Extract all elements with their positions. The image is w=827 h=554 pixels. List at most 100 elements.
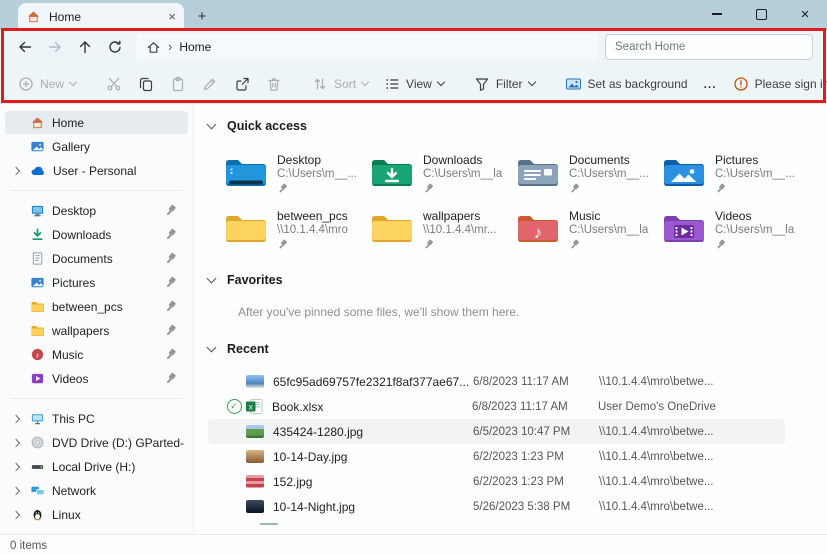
sidebar-item-downloads[interactable]: Downloads <box>5 223 188 246</box>
quick-access-item-videos[interactable]: Videos C:\Users\m__la <box>662 208 808 250</box>
sort-button[interactable]: Sort <box>304 71 376 97</box>
sidebar-item-videos[interactable]: Videos <box>5 367 188 390</box>
sign-in-button[interactable]: Please sign in <box>725 71 827 97</box>
recent-file-row[interactable]: 10-14-Night.jpg 5/26/2023 5:38 PM \\10.1… <box>208 494 785 519</box>
sidebar-item-dvd-drive[interactable]: DVD Drive (D:) GParted-live <box>5 431 188 454</box>
breadcrumb[interactable]: Home <box>179 40 211 54</box>
pin-icon <box>164 227 179 242</box>
maximize-button[interactable] <box>739 0 783 28</box>
new-tab-button[interactable]: + <box>190 4 214 28</box>
recent-file-row[interactable]: 10-14-Day.jpg 6/2/2023 1:23 PM \\10.1.4.… <box>208 444 785 469</box>
delete-button[interactable] <box>258 71 290 97</box>
paste-button[interactable] <box>162 71 194 97</box>
sort-icon <box>312 76 328 92</box>
recent-header[interactable]: Recent <box>208 339 827 359</box>
recent-file-row[interactable]: 152.jpg 6/2/2023 1:23 PM \\10.1.4.4\mro\… <box>208 469 785 494</box>
drive-icon <box>30 459 45 474</box>
item-name: Downloads <box>423 153 502 167</box>
expand-chevron-icon[interactable] <box>12 438 20 446</box>
collapse-chevron-icon[interactable] <box>207 120 217 130</box>
close-button[interactable]: × <box>783 0 827 28</box>
copy-button[interactable] <box>130 71 162 97</box>
excel-file-icon: x <box>246 399 263 414</box>
home-breadcrumb-icon <box>146 40 161 55</box>
sidebar-item-gallery[interactable]: Gallery <box>5 135 188 158</box>
back-button[interactable] <box>10 33 40 61</box>
sidebar-item-documents[interactable]: Documents <box>5 247 188 270</box>
filter-button[interactable]: Filter <box>466 71 543 97</box>
pin-icon <box>164 323 179 338</box>
expand-chevron-icon[interactable] <box>12 486 20 494</box>
pin-icon <box>569 238 582 251</box>
folder-videos-icon <box>662 208 706 250</box>
quick-access-item-desktop[interactable]: Desktop C:\Users\m__... <box>224 152 370 194</box>
set-as-background-button[interactable]: Set as background <box>557 71 696 97</box>
see-more-button[interactable]: ... <box>696 72 725 96</box>
view-button[interactable]: View <box>376 71 452 97</box>
expand-chevron-icon[interactable] <box>12 462 20 470</box>
sidebar-item-home[interactable]: Home <box>5 111 188 134</box>
plus-circle-icon <box>18 76 34 92</box>
item-name: Documents <box>569 153 649 167</box>
share-button[interactable] <box>226 71 258 97</box>
item-path: C:\Users\m__la <box>423 168 502 180</box>
share-icon <box>234 76 250 92</box>
quick-access-item-wallpapers[interactable]: wallpapers \\10.1.4.4\mr... <box>370 208 516 250</box>
quick-access-item-downloads[interactable]: Downloads C:\Users\m__la <box>370 152 516 194</box>
item-name: Videos <box>715 209 794 223</box>
main-content: Quick access Desktop C:\Users\m__... <box>194 104 827 534</box>
quick-access-header[interactable]: Quick access <box>208 116 827 136</box>
sidebar-item-linux[interactable]: Linux <box>5 503 188 526</box>
see-more-icon: ... <box>704 77 717 91</box>
sidebar-separator <box>10 398 183 399</box>
expand-chevron-icon[interactable] <box>12 166 20 174</box>
wallpaper-icon <box>565 76 582 92</box>
minimize-button[interactable] <box>695 0 739 28</box>
tab-home[interactable]: Home × <box>18 3 184 30</box>
favorites-header[interactable]: Favorites <box>208 270 827 290</box>
section-title: Recent <box>227 342 269 356</box>
rename-button[interactable] <box>194 71 226 97</box>
downloads-icon <box>30 227 45 242</box>
item-path: C:\Users\m__la <box>569 224 648 236</box>
quick-access-item-documents[interactable]: Documents C:\Users\m__... <box>516 152 662 194</box>
up-button[interactable] <box>70 33 100 61</box>
item-path: C:\Users\m__... <box>277 168 357 180</box>
sidebar-item-between-pcs[interactable]: between_pcs <box>5 295 188 318</box>
collapse-chevron-icon[interactable] <box>207 343 217 353</box>
search-input[interactable] <box>605 34 813 60</box>
sidebar-item-pictures[interactable]: Pictures <box>5 271 188 294</box>
forward-button[interactable] <box>40 33 70 61</box>
sidebar-item-this-pc[interactable]: This PC <box>5 407 188 430</box>
cut-icon <box>106 76 122 92</box>
folder-icon <box>224 208 268 250</box>
recent-file-row[interactable]: 65fc95ad69757fe2321f8af377ae67... 6/8/20… <box>208 369 785 394</box>
quick-access-item-music[interactable]: ♪ Music C:\Users\m__la <box>516 208 662 250</box>
documents-icon <box>30 251 45 266</box>
sidebar-item-desktop[interactable]: Desktop <box>5 199 188 222</box>
window-controls: × <box>695 0 827 30</box>
new-button[interactable]: New <box>10 71 84 97</box>
quick-access-item-between-pcs[interactable]: between_pcs \\10.1.4.4\mro <box>224 208 370 250</box>
quick-access-item-pictures[interactable]: Pictures C:\Users\m__... <box>662 152 808 194</box>
tab-close-icon[interactable]: × <box>168 10 176 23</box>
sidebar-item-wallpapers[interactable]: wallpapers <box>5 319 188 342</box>
pin-icon <box>164 251 179 266</box>
address-bar[interactable]: › Home <box>136 34 599 60</box>
refresh-button[interactable] <box>100 33 130 61</box>
expand-chevron-icon[interactable] <box>12 414 20 422</box>
expand-chevron-icon[interactable] <box>12 510 20 518</box>
pin-icon <box>164 347 179 362</box>
svg-text:♪: ♪ <box>36 350 40 359</box>
collapse-chevron-icon[interactable] <box>207 274 217 284</box>
sidebar-item-user-personal[interactable]: User - Personal <box>5 159 188 182</box>
sidebar-item-local-drive[interactable]: Local Drive (H:) <box>5 455 188 478</box>
sidebar-item-network[interactable]: Network <box>5 479 188 502</box>
cut-button[interactable] <box>98 71 130 97</box>
file-explorer-window: Home × + × › Home <box>0 0 827 554</box>
sidebar-item-music[interactable]: ♪ Music <box>5 343 188 366</box>
folder-icon <box>370 208 414 250</box>
recent-file-row-selected[interactable]: 435424-1280.jpg 6/5/2023 10:47 PM \\10.1… <box>208 419 785 444</box>
recent-file-row[interactable]: ✓ x Book.xlsx 6/8/2023 11:17 AM User Dem… <box>208 394 785 419</box>
item-path: \\10.1.4.4\mro <box>277 224 348 236</box>
